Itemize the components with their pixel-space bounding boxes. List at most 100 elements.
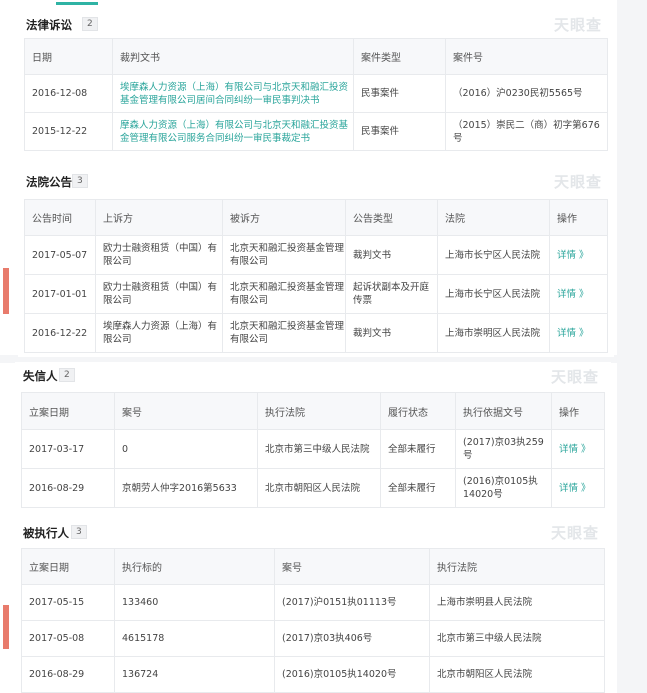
cell-date: 2016-08-29 bbox=[21, 656, 115, 693]
cell-notice-type: 裁判文书 bbox=[345, 235, 438, 275]
table-row: 2017-05-15 133460 (2017)沪0151执01113号 上海市… bbox=[21, 584, 605, 621]
detail-link[interactable]: 详情 》 bbox=[551, 429, 605, 469]
brand-watermark: 天眼查 bbox=[550, 368, 599, 386]
cell-date: 2017-05-15 bbox=[21, 584, 115, 621]
col-date: 日期 bbox=[24, 38, 113, 75]
col-fulfil-status: 履行状态 bbox=[380, 392, 456, 430]
executed-section: 被执行人 3 天眼查 立案日期 执行标的 案号 执行法院 2017-05-15 … bbox=[21, 518, 605, 693]
table-row: 2017-05-08 4615178 (2017)京03执406号 北京市第三中… bbox=[21, 620, 605, 657]
cell-case-number: (2017)京03执406号 bbox=[274, 620, 430, 657]
cell-court: 上海市崇明区人民法院 bbox=[437, 313, 550, 353]
table-row: 2017-01-01 欧力士融资租赁（中国）有限公司 北京天和融汇投资基金管理有… bbox=[24, 274, 608, 314]
cell-date: 2017-01-01 bbox=[24, 274, 96, 314]
cell-date: 2017-03-17 bbox=[21, 429, 115, 469]
col-case-number: 案号 bbox=[274, 548, 430, 585]
col-case-number: 案号 bbox=[114, 392, 258, 430]
table-row: 2016-08-29 136724 (2016)京0105执14020号 北京市… bbox=[21, 656, 605, 693]
cell-court: 上海市长宁区人民法院 bbox=[437, 235, 550, 275]
left-accent-marker bbox=[3, 268, 9, 314]
cell-respondent: 北京天和融汇投资基金管理有限公司 bbox=[222, 313, 346, 353]
dishonest-count-badge: 2 bbox=[59, 368, 75, 382]
cell-respondent: 北京天和融汇投资基金管理有限公司 bbox=[222, 235, 346, 275]
cell-appellant: 埃摩森人力资源（上海）有限公司 bbox=[95, 313, 223, 353]
col-exec-basis: 执行依据文号 bbox=[455, 392, 552, 430]
col-exec-court: 执行法院 bbox=[257, 392, 381, 430]
cell-appellant: 欧力士融资租赁（中国）有限公司 bbox=[95, 274, 223, 314]
cell-case-number: （2015）崇民二（商）初字第676号 bbox=[445, 112, 608, 151]
col-case-number: 案件号 bbox=[445, 38, 608, 75]
cell-case-type: 民事案件 bbox=[353, 74, 446, 113]
col-appellant: 上诉方 bbox=[95, 199, 223, 236]
executed-table: 立案日期 执行标的 案号 执行法院 2017-05-15 133460 (201… bbox=[21, 548, 605, 693]
cell-amount: 136724 bbox=[114, 656, 275, 693]
col-respondent: 被诉方 bbox=[222, 199, 346, 236]
cell-status: 全部未履行 bbox=[380, 429, 456, 469]
table-row: 2016-12-08 埃摩森人力资源（上海）有限公司与北京天和融汇投资基金管理有… bbox=[24, 74, 608, 113]
col-exec-court: 执行法院 bbox=[429, 548, 605, 585]
cell-amount: 4615178 bbox=[114, 620, 275, 657]
col-exec-amount: 执行标的 bbox=[114, 548, 275, 585]
table-row: 2016-08-29 京朝劳人仲字2016第5633 北京市朝阳区人民法院 全部… bbox=[21, 468, 605, 508]
table-row: 2017-05-07 欧力士融资租赁（中国）有限公司 北京天和融汇投资基金管理有… bbox=[24, 235, 608, 275]
lawsuit-table: 日期 裁判文书 案件类型 案件号 2016-12-08 埃摩森人力资源（上海）有… bbox=[24, 38, 608, 151]
cell-date: 2016-12-08 bbox=[24, 74, 113, 113]
col-notice-type: 公告类型 bbox=[345, 199, 438, 236]
cell-respondent: 北京天和融汇投资基金管理有限公司 bbox=[222, 274, 346, 314]
court-notice-section: 法院公告 3 天眼查 公告时间 上诉方 被诉方 公告类型 法院 操作 2017-… bbox=[24, 169, 608, 353]
court-notice-table: 公告时间 上诉方 被诉方 公告类型 法院 操作 2017-05-07 欧力士融资… bbox=[24, 199, 608, 353]
col-notice-time: 公告时间 bbox=[24, 199, 96, 236]
legal-panel-top: 法律诉讼 2 天眼查 日期 裁判文书 案件类型 案件号 2016-12-08 埃… bbox=[18, 2, 614, 357]
col-case-type: 案件类型 bbox=[353, 38, 446, 75]
table-row: 2015-12-22 摩森人力资源（上海）有限公司与北京天和融汇投资基金管理有限… bbox=[24, 112, 608, 151]
cell-basis: (2017)京03执259号 bbox=[455, 429, 552, 469]
cell-case-number: 京朝劳人仲字2016第5633 bbox=[114, 468, 258, 508]
col-action: 操作 bbox=[551, 392, 605, 430]
cell-case-number: 0 bbox=[114, 429, 258, 469]
cell-court: 上海市长宁区人民法院 bbox=[437, 274, 550, 314]
detail-link[interactable]: 详情 》 bbox=[549, 235, 608, 275]
cell-amount: 133460 bbox=[114, 584, 275, 621]
cell-date: 2016-12-22 bbox=[24, 313, 96, 353]
court-notice-title: 法院公告 bbox=[26, 175, 72, 189]
dishonest-section: 失信人 2 天眼查 立案日期 案号 执行法院 履行状态 执行依据文号 操作 20… bbox=[21, 362, 605, 508]
table-row: 2016-12-22 埃摩森人力资源（上海）有限公司 北京天和融汇投资基金管理有… bbox=[24, 313, 608, 353]
cell-date: 2017-05-08 bbox=[21, 620, 115, 657]
judgment-doc-link[interactable]: 摩森人力资源（上海）有限公司与北京天和融汇投资基金管理有限公司服务合同纠纷一审民… bbox=[112, 112, 354, 151]
col-action: 操作 bbox=[549, 199, 608, 236]
judgment-doc-link[interactable]: 埃摩森人力资源（上海）有限公司与北京天和融汇投资基金管理有限公司居间合同纠纷一审… bbox=[112, 74, 354, 113]
dishonest-title: 失信人 bbox=[23, 369, 58, 383]
cell-date: 2015-12-22 bbox=[24, 112, 113, 151]
col-judgment-doc: 裁判文书 bbox=[112, 38, 354, 75]
cell-basis: (2016)京0105执14020号 bbox=[455, 468, 552, 508]
lawsuit-title: 法律诉讼 bbox=[26, 18, 72, 32]
active-tab-indicator bbox=[56, 2, 98, 5]
cell-court: 北京市第三中级人民法院 bbox=[257, 429, 381, 469]
legal-panel-bottom: 失信人 2 天眼查 立案日期 案号 执行法院 履行状态 执行依据文号 操作 20… bbox=[15, 362, 611, 693]
table-row: 2017-03-17 0 北京市第三中级人民法院 全部未履行 (2017)京03… bbox=[21, 429, 605, 469]
cell-case-number: (2017)沪0151执01113号 bbox=[274, 584, 430, 621]
col-court: 法院 bbox=[437, 199, 550, 236]
cell-notice-type: 裁判文书 bbox=[345, 313, 438, 353]
col-filing-date: 立案日期 bbox=[21, 548, 115, 585]
court-notice-count-badge: 3 bbox=[72, 174, 88, 188]
brand-watermark: 天眼查 bbox=[553, 16, 602, 34]
detail-link[interactable]: 详情 》 bbox=[551, 468, 605, 508]
cell-case-number: (2016)京0105执14020号 bbox=[274, 656, 430, 693]
detail-link[interactable]: 详情 》 bbox=[549, 313, 608, 353]
cell-case-number: （2016）沪0230民初5565号 bbox=[445, 74, 608, 113]
brand-watermark: 天眼查 bbox=[550, 524, 599, 542]
cell-court: 北京市第三中级人民法院 bbox=[429, 620, 605, 657]
executed-title: 被执行人 bbox=[23, 526, 69, 540]
lawsuit-count-badge: 2 bbox=[82, 17, 98, 31]
cell-appellant: 欧力士融资租赁（中国）有限公司 bbox=[95, 235, 223, 275]
cell-court: 北京市朝阳区人民法院 bbox=[257, 468, 381, 508]
right-gutter bbox=[617, 0, 647, 693]
col-filing-date: 立案日期 bbox=[21, 392, 115, 430]
cell-court: 北京市朝阳区人民法院 bbox=[429, 656, 605, 693]
cell-date: 2016-08-29 bbox=[21, 468, 115, 508]
cell-court: 上海市崇明县人民法院 bbox=[429, 584, 605, 621]
cell-case-type: 民事案件 bbox=[353, 112, 446, 151]
detail-link[interactable]: 详情 》 bbox=[549, 274, 608, 314]
cell-status: 全部未履行 bbox=[380, 468, 456, 508]
lawsuit-section: 法律诉讼 2 天眼查 日期 裁判文书 案件类型 案件号 2016-12-08 埃… bbox=[24, 12, 608, 151]
